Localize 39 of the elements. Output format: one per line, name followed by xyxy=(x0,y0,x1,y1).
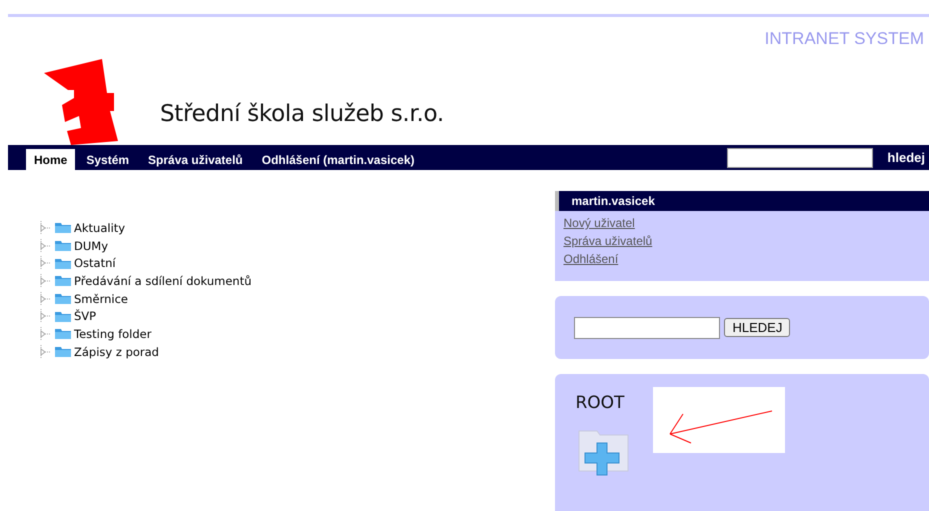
panel-title: martin.vasicek xyxy=(555,191,929,211)
folder-icon xyxy=(54,239,72,252)
expander-icon[interactable] xyxy=(38,256,52,270)
user-link[interactable]: Odhlášení xyxy=(563,252,618,266)
tree-item[interactable]: Ostatní xyxy=(74,256,116,270)
nav-tab[interactable]: Správa uživatelů xyxy=(140,149,251,170)
root-title: ROOT xyxy=(575,392,626,413)
folder-icon xyxy=(54,345,72,358)
expander-icon[interactable] xyxy=(38,309,52,324)
tree-item[interactable]: Směrnice xyxy=(74,292,128,306)
folder-icon xyxy=(54,256,72,270)
user-link[interactable]: Nový uživatel xyxy=(563,216,635,230)
tree-item[interactable]: ŠVP xyxy=(74,309,96,324)
search-field[interactable] xyxy=(727,148,874,168)
nav-tab[interactable]: Systém xyxy=(78,149,138,170)
school-name: Střední škola služeb s.r.o. xyxy=(160,101,444,127)
folder-icon xyxy=(54,221,72,234)
expander-icon[interactable] xyxy=(38,326,52,341)
search-field[interactable] xyxy=(574,316,720,338)
search-button[interactable]: hledej xyxy=(873,145,929,170)
expander-icon[interactable] xyxy=(38,238,52,253)
folder-icon xyxy=(54,327,72,340)
user-link[interactable]: Správa uživatelů xyxy=(563,234,652,248)
nav-tab[interactable]: Home xyxy=(26,149,76,170)
tree-item[interactable]: Předávání a sdílení dokumentů xyxy=(74,274,252,288)
folder-icon xyxy=(54,292,72,306)
expander-icon[interactable] xyxy=(38,344,52,359)
folder-icon xyxy=(54,274,72,288)
tree-item[interactable]: Aktuality xyxy=(74,220,126,235)
search-button[interactable]: HLEDEJ xyxy=(724,318,790,337)
tree-item[interactable]: DUMy xyxy=(74,238,108,253)
system-title: INTRANET SYSTEM xyxy=(764,29,924,49)
tree-item[interactable]: Testing folder xyxy=(74,326,152,341)
expander-icon[interactable] xyxy=(38,292,52,306)
nav-tab[interactable]: Odhlášení (martin.vasicek) xyxy=(254,149,422,170)
expander-icon[interactable] xyxy=(38,274,52,288)
tree-item[interactable]: Zápisy z porad xyxy=(74,344,159,359)
expander-icon[interactable] xyxy=(38,220,52,235)
folder-icon xyxy=(54,310,72,323)
